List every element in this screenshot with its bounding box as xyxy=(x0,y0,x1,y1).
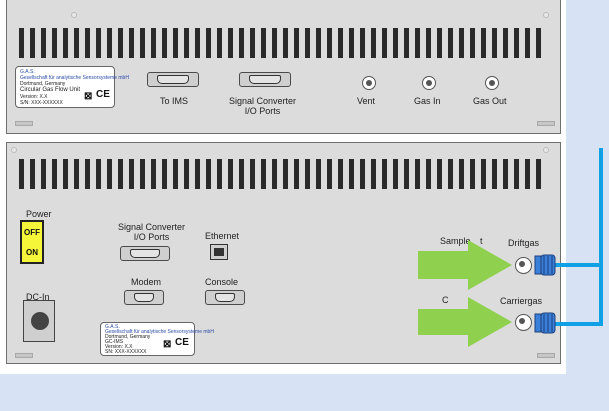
carriergas-arrow xyxy=(418,297,512,347)
gas-supply-line xyxy=(552,148,603,267)
gas-flow-overlay xyxy=(418,148,603,347)
carriergas-fitting-icon xyxy=(534,312,556,334)
driftgas-fitting-icon xyxy=(534,254,556,276)
gas-supply-line xyxy=(552,263,603,326)
driftgas-arrow xyxy=(418,240,512,290)
diagram-canvas: G.A.S. Gesellschaft für analytische Sens… xyxy=(0,0,609,411)
